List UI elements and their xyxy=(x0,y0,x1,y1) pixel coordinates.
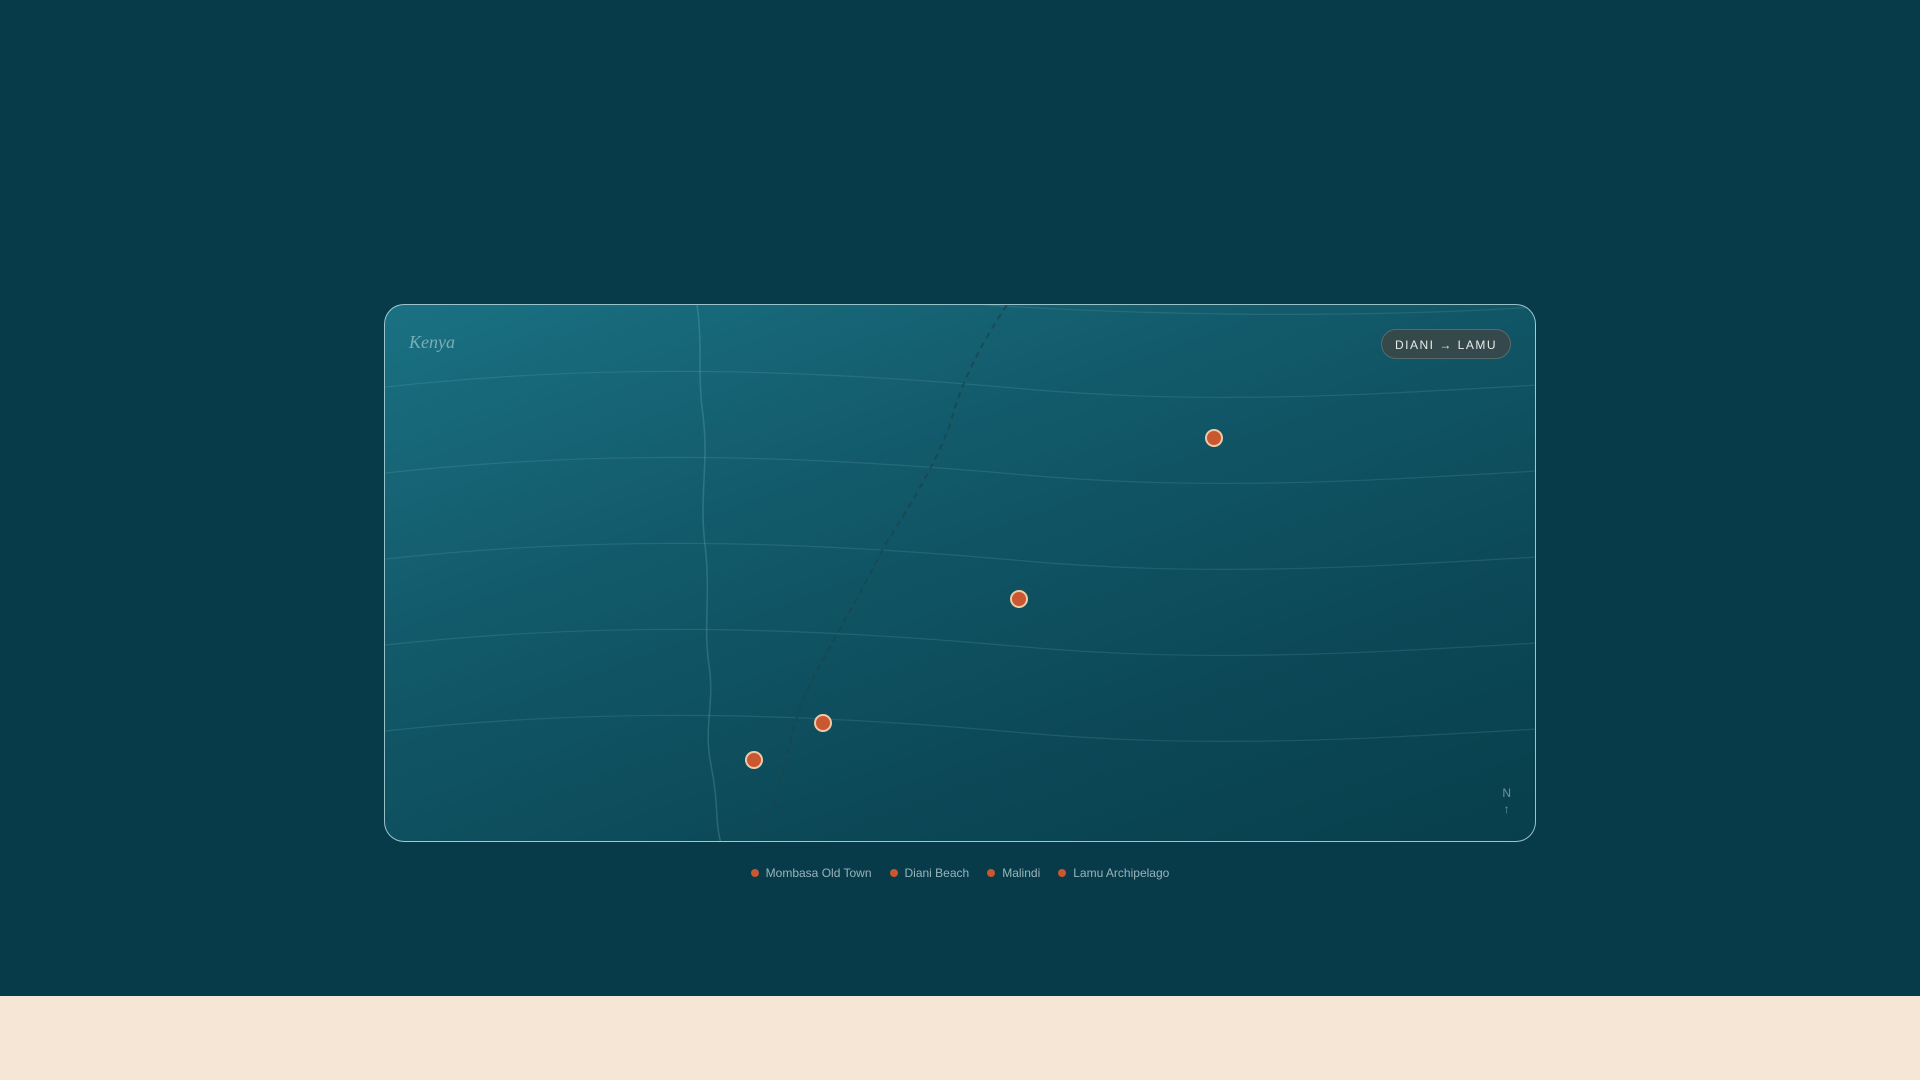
page: Kenya DIANI → LAMU N ↑ Mombasa Old Town … xyxy=(0,0,1920,1080)
compass-letter: N xyxy=(1502,786,1511,800)
legend-marker-icon xyxy=(987,869,996,877)
route-badge[interactable]: DIANI → LAMU xyxy=(1380,329,1511,359)
legend-item[interactable]: Malindi xyxy=(987,866,1040,880)
legend-item[interactable]: Diani Beach xyxy=(889,866,970,880)
map-title: Kenya xyxy=(409,332,455,352)
compass: N ↑ xyxy=(1502,785,1511,817)
map-card[interactable]: Kenya DIANI → LAMU N ↑ xyxy=(384,304,1536,842)
legend-label: Lamu Archipelago xyxy=(1073,866,1170,880)
map-legend: Mombasa Old Town Diani Beach Malindi Lam… xyxy=(0,866,1920,880)
legend-label: Mombasa Old Town xyxy=(765,866,872,880)
contour-lines xyxy=(385,305,1535,742)
contour-line xyxy=(385,542,1535,570)
marker-mombasa-old-town[interactable] xyxy=(814,714,832,732)
legend-label: Malindi xyxy=(1002,866,1041,880)
marker-lamu-archipelago[interactable] xyxy=(1205,429,1223,447)
legend-label: Diani Beach xyxy=(904,866,970,880)
footer-band xyxy=(0,996,1920,1080)
contour-line xyxy=(385,456,1535,484)
north-arrow-icon: ↑ xyxy=(1503,802,1510,816)
marker-malindi[interactable] xyxy=(1010,590,1028,608)
river-line xyxy=(696,305,722,841)
contour-line xyxy=(385,714,1535,742)
legend-item[interactable]: Lamu Archipelago xyxy=(1058,866,1169,880)
legend-item[interactable]: Mombasa Old Town xyxy=(750,866,872,880)
contour-line xyxy=(385,628,1535,656)
contour-line xyxy=(984,305,1535,315)
legend-marker-icon xyxy=(750,869,759,877)
route-path xyxy=(754,305,1008,841)
legend-marker-icon xyxy=(889,869,898,877)
map-canvas xyxy=(385,305,1535,841)
marker-diani-beach[interactable] xyxy=(745,751,763,769)
legend-marker-icon xyxy=(1058,869,1067,877)
